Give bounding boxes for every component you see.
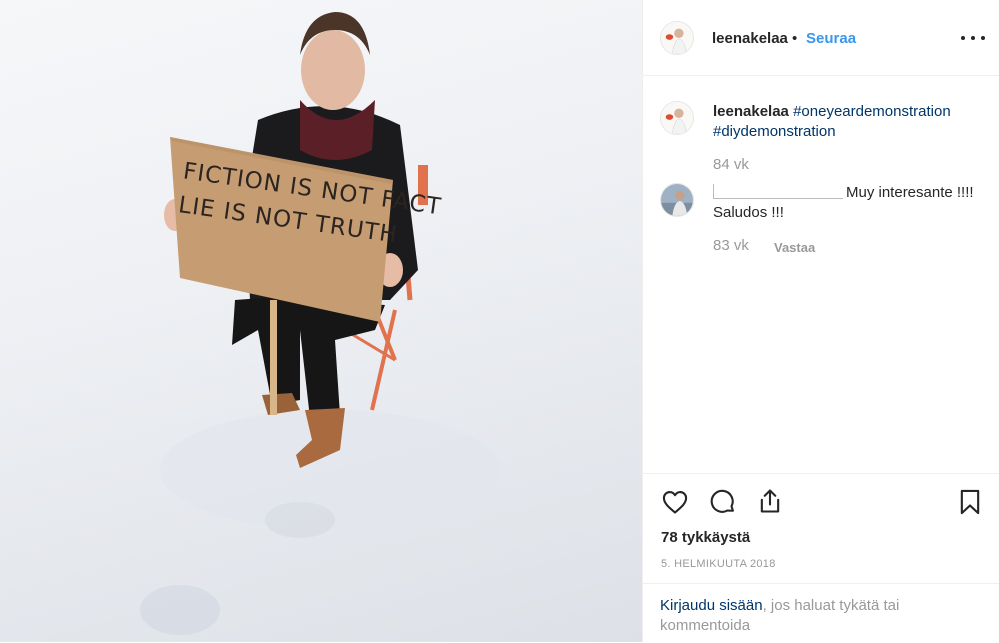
hashtag-link[interactable]: #oneyeardemonstration — [793, 103, 951, 120]
comment-timestamp[interactable]: 83 vk — [713, 237, 749, 254]
avatar-image — [661, 22, 693, 54]
share-icon[interactable] — [756, 487, 784, 515]
heart-icon[interactable] — [661, 488, 689, 516]
post-header: leenakelaa • Seuraa — [643, 0, 999, 76]
caption-timestamp[interactable]: 84 vk — [713, 156, 749, 173]
reply-button[interactable]: Vastaa — [774, 240, 815, 255]
avatar-image — [661, 102, 693, 134]
caption-username[interactable]: leenakelaa — [713, 103, 789, 120]
avatar-image — [661, 184, 693, 216]
bookmark-icon[interactable] — [956, 488, 984, 516]
author-username[interactable]: leenakelaa — [712, 30, 788, 47]
post-date[interactable]: 5. HELMIKUUTA 2018 — [661, 558, 776, 570]
login-prompt: Kirjaudu sisään, jos haluat tykätä tai k… — [643, 583, 999, 636]
author-avatar[interactable] — [660, 21, 694, 55]
photo-illustration — [140, 12, 500, 635]
login-link[interactable]: Kirjaudu sisään — [660, 597, 763, 614]
commenter-avatar[interactable] — [660, 183, 694, 217]
post-photo[interactable]: FICTION IS NOT FACT LIE IS NOT TRUTH — [0, 0, 642, 642]
post-side-panel: leenakelaa • Seuraa leenakelaa #oneyeard… — [642, 0, 999, 642]
more-options-icon[interactable] — [961, 35, 985, 41]
comment-text: Muy interesante !!!! Saludos !!! — [713, 183, 988, 223]
post-caption: leenakelaa #oneyeardemonstration #diydem… — [713, 102, 988, 142]
caption-author-avatar[interactable] — [660, 101, 694, 135]
follow-button[interactable]: Seuraa — [806, 30, 856, 47]
header-separator: • — [792, 30, 798, 47]
like-count[interactable]: 78 tykkäystä — [661, 529, 750, 546]
redacted-username[interactable] — [713, 184, 843, 199]
hashtag-link[interactable]: #diydemonstration — [713, 123, 836, 140]
post-container: FICTION IS NOT FACT LIE IS NOT TRUTH lee… — [0, 0, 999, 642]
comment-icon[interactable] — [709, 488, 737, 516]
post-actions: 78 tykkäystä 5. HELMIKUUTA 2018 Kirjaudu… — [643, 473, 999, 643]
